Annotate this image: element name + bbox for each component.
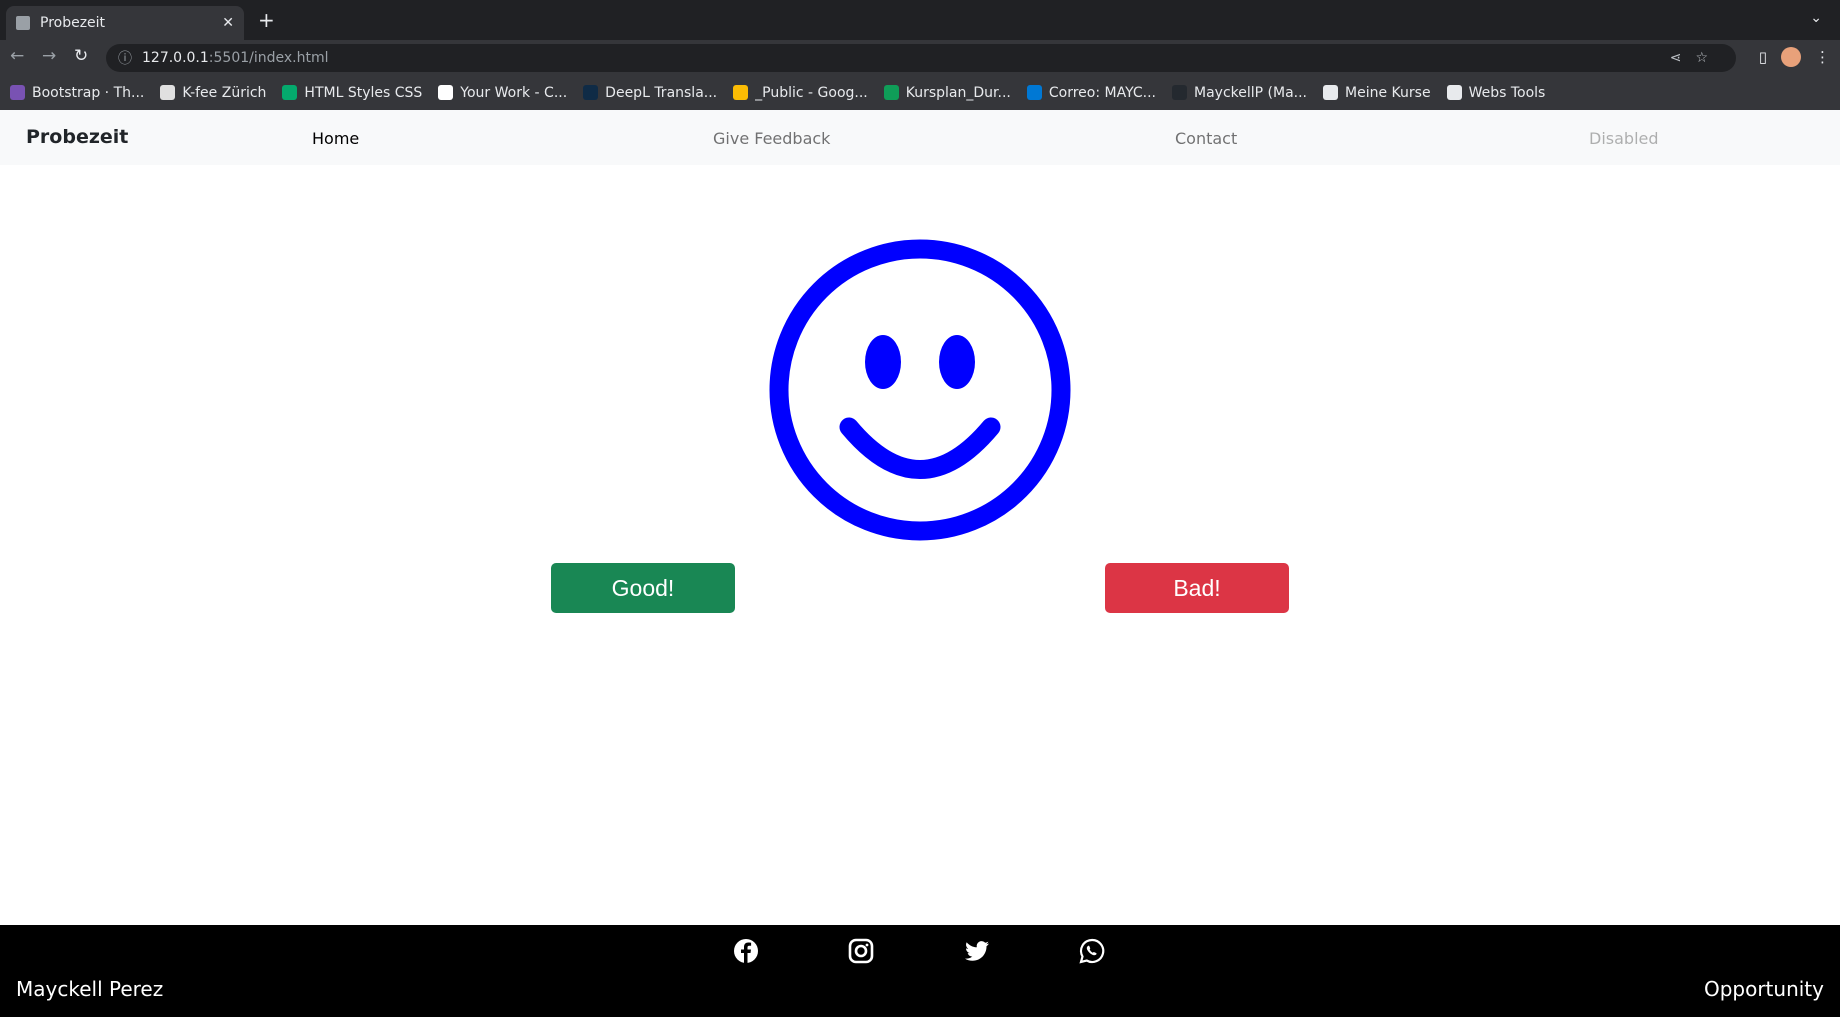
bookmark-item[interactable]: Correo: MAYC... xyxy=(1026,84,1156,101)
whatsapp-icon[interactable] xyxy=(1079,938,1105,964)
nav-disabled: Disabled xyxy=(1589,129,1659,148)
nav-give-feedback[interactable]: Give Feedback xyxy=(713,129,830,148)
tab-title: Probezeit xyxy=(40,15,106,31)
bookmark-label: Kursplan_Dur... xyxy=(905,84,1011,101)
bookmark-label: Bootstrap · Th... xyxy=(32,84,145,101)
bookmark-favicon-icon xyxy=(10,85,25,100)
bookmark-item[interactable]: DeepL Transla... xyxy=(583,85,717,101)
footer-name: Mayckell Perez xyxy=(16,977,164,1001)
favicon-icon xyxy=(16,16,30,30)
footer: Mayckell Perez Opportunity xyxy=(0,925,1840,1017)
new-tab-icon[interactable]: + xyxy=(258,8,275,32)
avatar[interactable] xyxy=(1781,47,1801,67)
bookmark-item[interactable]: Kursplan_Dur... xyxy=(883,84,1011,101)
reload-icon[interactable]: ↻ xyxy=(74,46,88,66)
star-icon[interactable]: ☆ xyxy=(1695,50,1722,66)
bookmark-item[interactable]: Bootstrap · Th... xyxy=(10,85,144,101)
bookmark-item[interactable]: _Public - Goog... xyxy=(733,85,868,101)
twitter-icon[interactable] xyxy=(964,938,990,964)
bookmark-favicon-icon xyxy=(583,85,599,100)
bookmark-item[interactable]: Meine Kurse xyxy=(1323,85,1431,101)
bookmarks-bar: Bootstrap · Th... K-fee Zürich HTML Styles… xyxy=(0,75,1840,110)
folder-icon xyxy=(1323,85,1339,100)
browser-tab[interactable]: Probezeit ✕ xyxy=(6,6,244,40)
bookmark-favicon-icon xyxy=(160,85,176,100)
nav-contact[interactable]: Contact xyxy=(1175,129,1237,148)
instagram-icon[interactable] xyxy=(848,938,874,964)
bookmark-label: Meine Kurse xyxy=(1345,84,1431,101)
bookmark-label: MayckellP (Ma... xyxy=(1194,84,1308,101)
menu-icon[interactable]: ⋮ xyxy=(1815,48,1830,66)
bookmark-item[interactable]: Webs Tools xyxy=(1446,84,1546,101)
bookmark-item[interactable]: HTML Styles CSS xyxy=(282,85,422,101)
chevron-down-icon[interactable]: ⌄ xyxy=(1810,10,1822,26)
bookmark-favicon-icon xyxy=(438,85,454,100)
bookmark-label: _Public - Goog... xyxy=(755,84,868,101)
side-panel-icon[interactable]: ▯ xyxy=(1759,48,1767,66)
brand[interactable]: Probezeit xyxy=(26,126,128,148)
address-bar[interactable]: ⓘ 127.0.0.1:5501/index.html ⋖☆ xyxy=(106,44,1736,72)
bookmark-favicon-icon xyxy=(883,85,899,100)
share-icon[interactable]: ⋖ xyxy=(1670,50,1696,66)
bad-button[interactable]: Bad! xyxy=(1105,563,1289,613)
browser-tab-bar: Probezeit ✕ + ⌄ xyxy=(0,0,1840,40)
bookmark-favicon-icon xyxy=(733,85,749,100)
footer-opportunity[interactable]: Opportunity xyxy=(1704,977,1824,1001)
bookmark-favicon-icon xyxy=(1172,85,1187,100)
good-button[interactable]: Good! xyxy=(551,563,735,613)
bookmark-label: Webs Tools xyxy=(1468,84,1546,101)
smiley-face-icon xyxy=(769,239,1071,541)
bookmark-favicon-icon xyxy=(282,85,298,100)
back-icon[interactable]: ← xyxy=(10,46,24,66)
bookmark-item[interactable]: Your Work - C... xyxy=(438,85,567,101)
facebook-icon[interactable] xyxy=(733,938,759,964)
bookmark-label: Your Work - C... xyxy=(460,84,568,101)
bookmark-label: Correo: MAYC... xyxy=(1048,84,1156,101)
bookmark-label: HTML Styles CSS xyxy=(304,84,423,101)
bookmark-item[interactable]: MayckellP (Ma... xyxy=(1172,85,1307,101)
info-icon: ⓘ xyxy=(118,51,132,67)
navbar: Probezeit Home Give Feedback Contact Dis… xyxy=(0,110,1840,165)
browser-toolbar: ← → ↻ ⓘ 127.0.0.1:5501/index.html ⋖☆ ▯ ⋮ xyxy=(0,40,1840,75)
folder-icon xyxy=(1446,85,1462,100)
bookmark-favicon-icon xyxy=(1026,85,1042,100)
url-path: :5501/index.html xyxy=(208,50,329,66)
bookmark-label: K-fee Zürich xyxy=(182,84,267,101)
bookmark-item[interactable]: K-fee Zürich xyxy=(160,85,266,101)
nav-home[interactable]: Home xyxy=(312,129,359,148)
url-host: 127.0.0.1 xyxy=(142,50,209,66)
close-tab-icon[interactable]: ✕ xyxy=(222,15,234,31)
forward-icon[interactable]: → xyxy=(42,46,56,66)
bookmark-label: DeepL Transla... xyxy=(605,84,718,101)
